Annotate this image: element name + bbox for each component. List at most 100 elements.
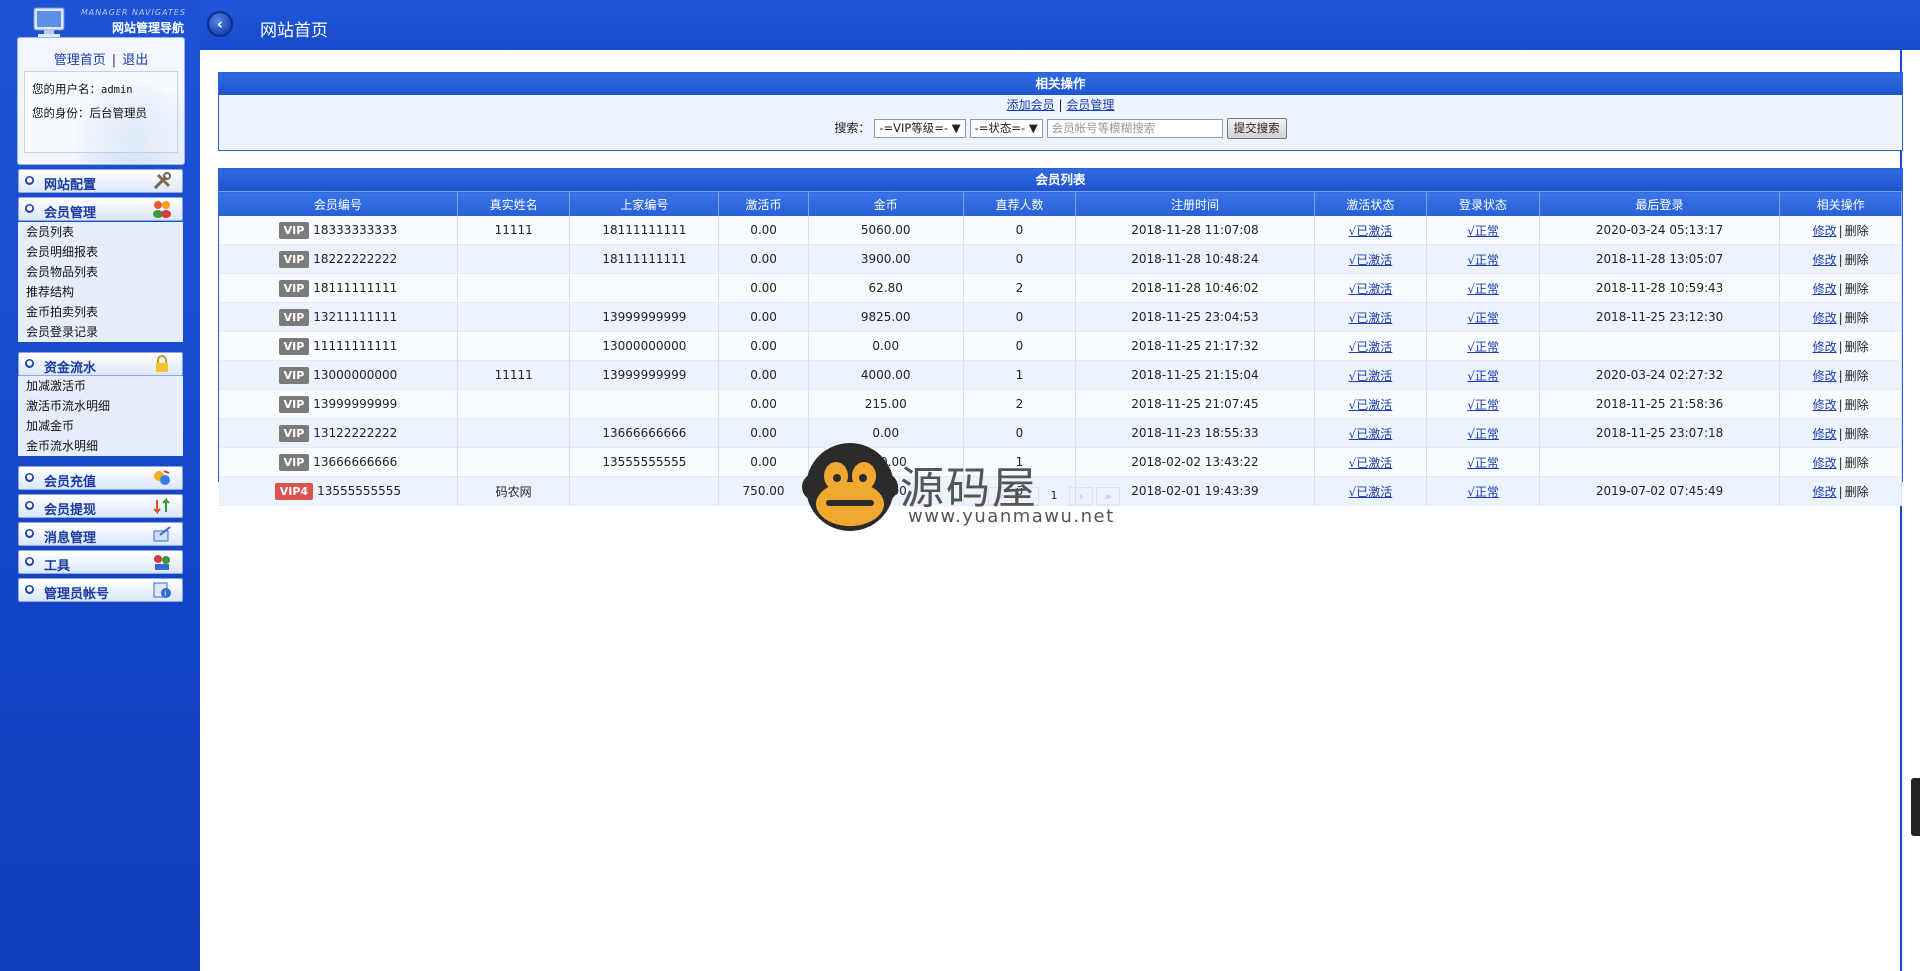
submenu-login-records[interactable]: 会员登录记录	[18, 322, 183, 342]
logout-link[interactable]: 退出	[122, 53, 148, 68]
last-page-button[interactable]: »	[1096, 487, 1120, 505]
delete-link[interactable]: 删除	[1845, 224, 1869, 238]
delete-link[interactable]: 删除	[1845, 456, 1869, 470]
member-manage-link[interactable]: 会员管理	[1066, 98, 1114, 112]
delete-link[interactable]: 删除	[1845, 485, 1869, 499]
login-status-cell: √正常	[1426, 476, 1540, 506]
login-status-link[interactable]: √正常	[1467, 485, 1499, 499]
action-separator: |	[1838, 339, 1843, 354]
delete-link[interactable]: 删除	[1845, 398, 1869, 412]
submenu-adjust-activation-coin[interactable]: 加减激活币	[18, 376, 183, 396]
edit-link[interactable]: 修改	[1813, 485, 1837, 499]
real-name	[457, 389, 571, 419]
login-status-link[interactable]: √正常	[1467, 427, 1499, 441]
edit-link[interactable]: 修改	[1813, 311, 1837, 325]
submenu-member-items[interactable]: 会员物品列表	[18, 262, 183, 282]
table-row: VIP 13122222222 13666666666 0.00 0.00 0 2018-1…	[219, 418, 1902, 448]
submenu-referral-structure[interactable]: 推荐结构	[18, 282, 183, 302]
menu-label: 管理员帐号	[44, 587, 110, 602]
admin-home-link[interactable]: 管理首页	[54, 53, 106, 68]
edit-link[interactable]: 修改	[1813, 456, 1837, 470]
menu-site-config[interactable]: ● 网站配置	[18, 169, 183, 193]
back-button[interactable]: ‹	[207, 11, 233, 37]
submit-search-button[interactable]: 提交搜索	[1226, 118, 1287, 139]
activation-status-link[interactable]: √已激活	[1349, 398, 1393, 412]
login-status-link[interactable]: √正常	[1467, 253, 1499, 267]
menu-fund-flow[interactable]: ● 资金流水	[18, 352, 183, 376]
delete-link[interactable]: 删除	[1845, 427, 1869, 441]
vip-badge: VIP	[278, 308, 310, 326]
ops-links: 添加会员 | 会员管理	[219, 95, 1902, 116]
submenu-member-detail-report[interactable]: 会员明细报表	[18, 242, 183, 262]
delete-link[interactable]: 删除	[1845, 340, 1869, 354]
delete-link[interactable]: 删除	[1845, 311, 1869, 325]
edit-link[interactable]: 修改	[1813, 398, 1837, 412]
parent-id: 13999999999	[569, 360, 720, 390]
current-page[interactable]: 1	[1042, 487, 1066, 505]
column-header: 直荐人数	[963, 191, 1077, 216]
status-select[interactable]: -=状态=- ▼	[969, 119, 1043, 138]
side-scroll-handle[interactable]	[1911, 778, 1920, 836]
delete-link[interactable]: 删除	[1845, 282, 1869, 296]
brand-title: 网站管理导航	[111, 21, 184, 35]
login-status-link[interactable]: √正常	[1467, 282, 1499, 296]
edit-link[interactable]: 修改	[1813, 224, 1837, 238]
activation-status-link[interactable]: √已激活	[1349, 427, 1393, 441]
submenu-member-list[interactable]: 会员列表	[18, 222, 183, 242]
action-separator: |	[1838, 223, 1843, 238]
edit-link[interactable]: 修改	[1813, 427, 1837, 441]
login-status-link[interactable]: √正常	[1467, 398, 1499, 412]
referral-count: 1	[963, 360, 1077, 390]
activation-status-link[interactable]: √已激活	[1349, 456, 1393, 470]
activation-status-link[interactable]: √已激活	[1349, 224, 1393, 238]
menu-admin-account[interactable]: ● 管理员帐号 i	[18, 578, 183, 602]
menu-member-withdraw[interactable]: ● 会员提现	[18, 494, 183, 518]
expand-icon: ●	[25, 529, 34, 538]
monkey-logo-icon	[802, 443, 898, 531]
edit-link[interactable]: 修改	[1813, 369, 1837, 383]
edit-link[interactable]: 修改	[1813, 282, 1837, 296]
login-status-link[interactable]: √正常	[1467, 311, 1499, 325]
activation-status-link[interactable]: √已激活	[1349, 340, 1393, 354]
delete-link[interactable]: 删除	[1845, 369, 1869, 383]
vip-level-select-value: -=VIP等级=-	[879, 121, 949, 135]
edit-link[interactable]: 修改	[1813, 253, 1837, 267]
table-row: VIP 13000000000 11111 13999999999 0.00 4000.0…	[219, 360, 1902, 390]
last-login: 2018-11-28 10:59:43	[1539, 273, 1781, 303]
menu-tools[interactable]: ● 工具	[18, 550, 183, 574]
member-id: 13666666666	[313, 454, 398, 469]
menu-message-manage[interactable]: ● 消息管理	[18, 522, 183, 546]
menu-member-recharge[interactable]: ● 会员充值	[18, 466, 183, 490]
login-status-link[interactable]: √正常	[1467, 456, 1499, 470]
watermark-url: www.yuanmawu.net	[908, 506, 1115, 527]
vip-level-select[interactable]: -=VIP等级=- ▼	[874, 119, 966, 138]
submenu-adjust-gold[interactable]: 加减金币	[18, 416, 183, 436]
search-input[interactable]: 会员帐号等模糊搜索	[1046, 119, 1223, 138]
activation-status-cell: √已激活	[1314, 302, 1428, 332]
menu-label: 会员充值	[44, 475, 97, 490]
last-login	[1539, 331, 1781, 361]
actions-cell: 修改 | 删除	[1779, 476, 1902, 506]
login-status-link[interactable]: √正常	[1467, 224, 1499, 238]
vip-badge: VIP	[278, 424, 310, 442]
add-member-link[interactable]: 添加会员	[1007, 98, 1055, 112]
edit-link[interactable]: 修改	[1813, 340, 1837, 354]
submenu-activation-coin-flow[interactable]: 激活币流水明细	[18, 396, 183, 416]
submenu-gold-auction[interactable]: 金币拍卖列表	[18, 302, 183, 322]
activation-status-link[interactable]: √已激活	[1349, 311, 1393, 325]
login-status-cell: √正常	[1426, 418, 1540, 448]
login-status-link[interactable]: √正常	[1467, 340, 1499, 354]
menu-member-manage[interactable]: ● 会员管理	[18, 197, 183, 221]
expand-icon: ●	[25, 204, 34, 213]
next-page-button[interactable]: ›	[1069, 487, 1093, 505]
real-name	[457, 302, 571, 332]
delete-link[interactable]: 删除	[1845, 253, 1869, 267]
submenu-gold-flow[interactable]: 金币流水明细	[18, 436, 183, 456]
login-status-link[interactable]: √正常	[1467, 369, 1499, 383]
activation-status-link[interactable]: √已激活	[1349, 369, 1393, 383]
activation-status-link[interactable]: √已激活	[1349, 253, 1393, 267]
user-info-box: 您的用户名：admin 您的身份：后台管理员	[24, 71, 178, 153]
activation-status-link[interactable]: √已激活	[1349, 485, 1393, 499]
activation-status-link[interactable]: √已激活	[1349, 282, 1393, 296]
activation-status-cell: √已激活	[1314, 476, 1428, 506]
